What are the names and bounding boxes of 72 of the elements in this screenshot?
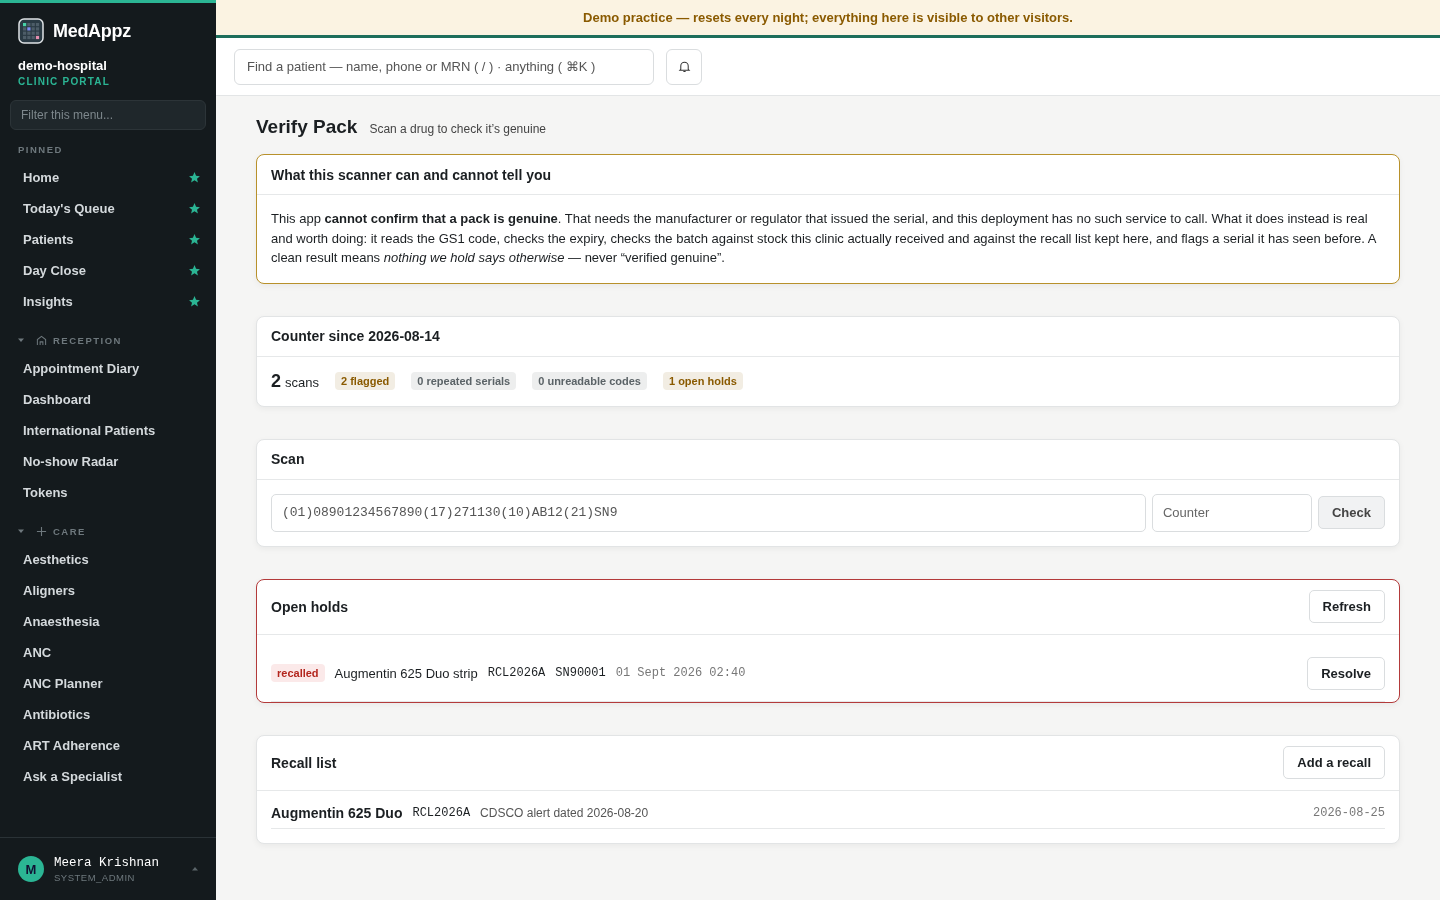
card-title: Recall list [271, 754, 337, 771]
add-recall-button[interactable]: Add a recall [1283, 746, 1385, 779]
sidebar-item[interactable]: Dashboard [0, 384, 216, 415]
sidebar-item[interactable]: Antibiotics [0, 699, 216, 730]
sidebar-item[interactable]: Aesthetics [0, 544, 216, 575]
serial-number: SN90001 [555, 666, 606, 680]
caret-icon[interactable] [18, 337, 24, 343]
caret-icon[interactable] [18, 528, 24, 534]
sidebar-item[interactable]: Ask a Specialist [0, 761, 216, 792]
sidebar-item[interactable]: Home [0, 162, 216, 193]
brand-name: MedAppz [53, 20, 131, 42]
check-button[interactable]: Check [1317, 496, 1385, 529]
card-title: Open holds [271, 598, 348, 615]
stat-badge: 0 unreadable codes [532, 372, 647, 390]
status-badge: recalled [271, 664, 325, 682]
scan-count: 2 [271, 370, 281, 392]
bell-icon [677, 60, 691, 73]
notice-text: This app cannot confirm that a pack is genuine. That needs the manufacturer or regulator that issued the serial, and this deployment has no such service to call. What it does instead is real and worth doing: it reads the GS1 code, checks the expiry, checks the batch against stock this clinic actually received and against the recall list kept here, and flags a serial it has seen before. A clean result means nothing we hold says otherwise — never “verified genuine”. [270, 210, 1378, 267]
recall-date: 2026-08-25 [1313, 805, 1385, 820]
page-title: Verify Pack [256, 116, 358, 138]
sidebar-item[interactable]: ANC [0, 637, 216, 668]
sidebar-item[interactable]: Insights [0, 286, 216, 317]
drug-name: Augmentin 625 Duo [271, 804, 403, 821]
plus-icon [36, 525, 47, 537]
user-role: SYSTEM_ADMIN [54, 871, 136, 883]
organization-name: demo-hospital [17, 57, 108, 73]
notifications-button[interactable] [666, 48, 702, 85]
sidebar-item[interactable]: International Patients [0, 415, 216, 446]
star-icon[interactable] [188, 264, 201, 277]
counter-field[interactable]: Counter [1151, 493, 1312, 532]
star-icon[interactable] [188, 171, 201, 184]
card-title: Counter since 2026-08-14 [271, 328, 440, 344]
logo-icon [18, 18, 44, 44]
star-icon[interactable] [188, 295, 201, 308]
star-icon[interactable] [188, 233, 201, 246]
filter-field[interactable]: Filter this menu... [10, 100, 206, 130]
recall-note: CDSCO alert dated 2026-08-20 [480, 805, 649, 820]
scan-unit: scans [285, 374, 319, 390]
stat-badge: 0 repeated serials [411, 372, 517, 390]
sidebar-item[interactable]: Day Close [0, 255, 216, 286]
house-icon [36, 334, 47, 346]
card-title: Scan [271, 451, 305, 467]
stat-badge: 1 open holds [662, 372, 743, 390]
search-field[interactable]: Find a patient — name, phone or MRN ( / ) · anything ( ⌘K ) [234, 48, 654, 85]
sidebar-item[interactable]: Today's Queue [0, 193, 216, 224]
resolve-button[interactable]: Resolve [1307, 656, 1385, 690]
batch-number: RCL2026A [487, 666, 546, 680]
section-label: PINNED [18, 143, 63, 155]
code-field[interactable]: (01)08901234567890(17)271130(10)AB12(21)SN9 [271, 493, 1146, 532]
sidebar-item[interactable]: Aligners [0, 575, 216, 606]
section-label: RECEPTION [53, 334, 122, 346]
sidebar-item[interactable]: Anaesthesia [0, 606, 216, 637]
portal-label: CLINIC PORTAL [17, 75, 112, 87]
sidebar-item[interactable]: No-show Radar [0, 446, 216, 477]
batch-number: RCL2026A [412, 805, 471, 820]
refresh-button[interactable]: Refresh [1308, 590, 1385, 623]
section-label: CARE [53, 525, 86, 537]
star-icon[interactable] [188, 202, 201, 215]
card-title: What this scanner can and cannot tell you [271, 166, 552, 183]
demo-banner: Demo practice — resets every night; everything here is visible to other visitors. [216, 0, 1440, 38]
timestamp: 01 Sept 2026 02:40 [615, 666, 746, 680]
avatar[interactable]: M [18, 856, 44, 882]
page-subtitle: Scan a drug to check it’s genuine [369, 122, 546, 136]
sidebar-item[interactable]: ART Adherence [0, 730, 216, 761]
sidebar-item[interactable]: Appointment Diary [0, 353, 216, 384]
drug-name: Augmentin 625 Duo strip [334, 665, 478, 681]
sidebar-item[interactable]: Tokens [0, 477, 216, 508]
stat-badge: 2 flagged [335, 372, 396, 390]
sidebar-item[interactable]: ANC Planner [0, 668, 216, 699]
caret-icon[interactable] [192, 866, 198, 872]
sidebar-item[interactable]: Patients [0, 224, 216, 255]
user-name: Meera Krishnan [54, 855, 160, 870]
